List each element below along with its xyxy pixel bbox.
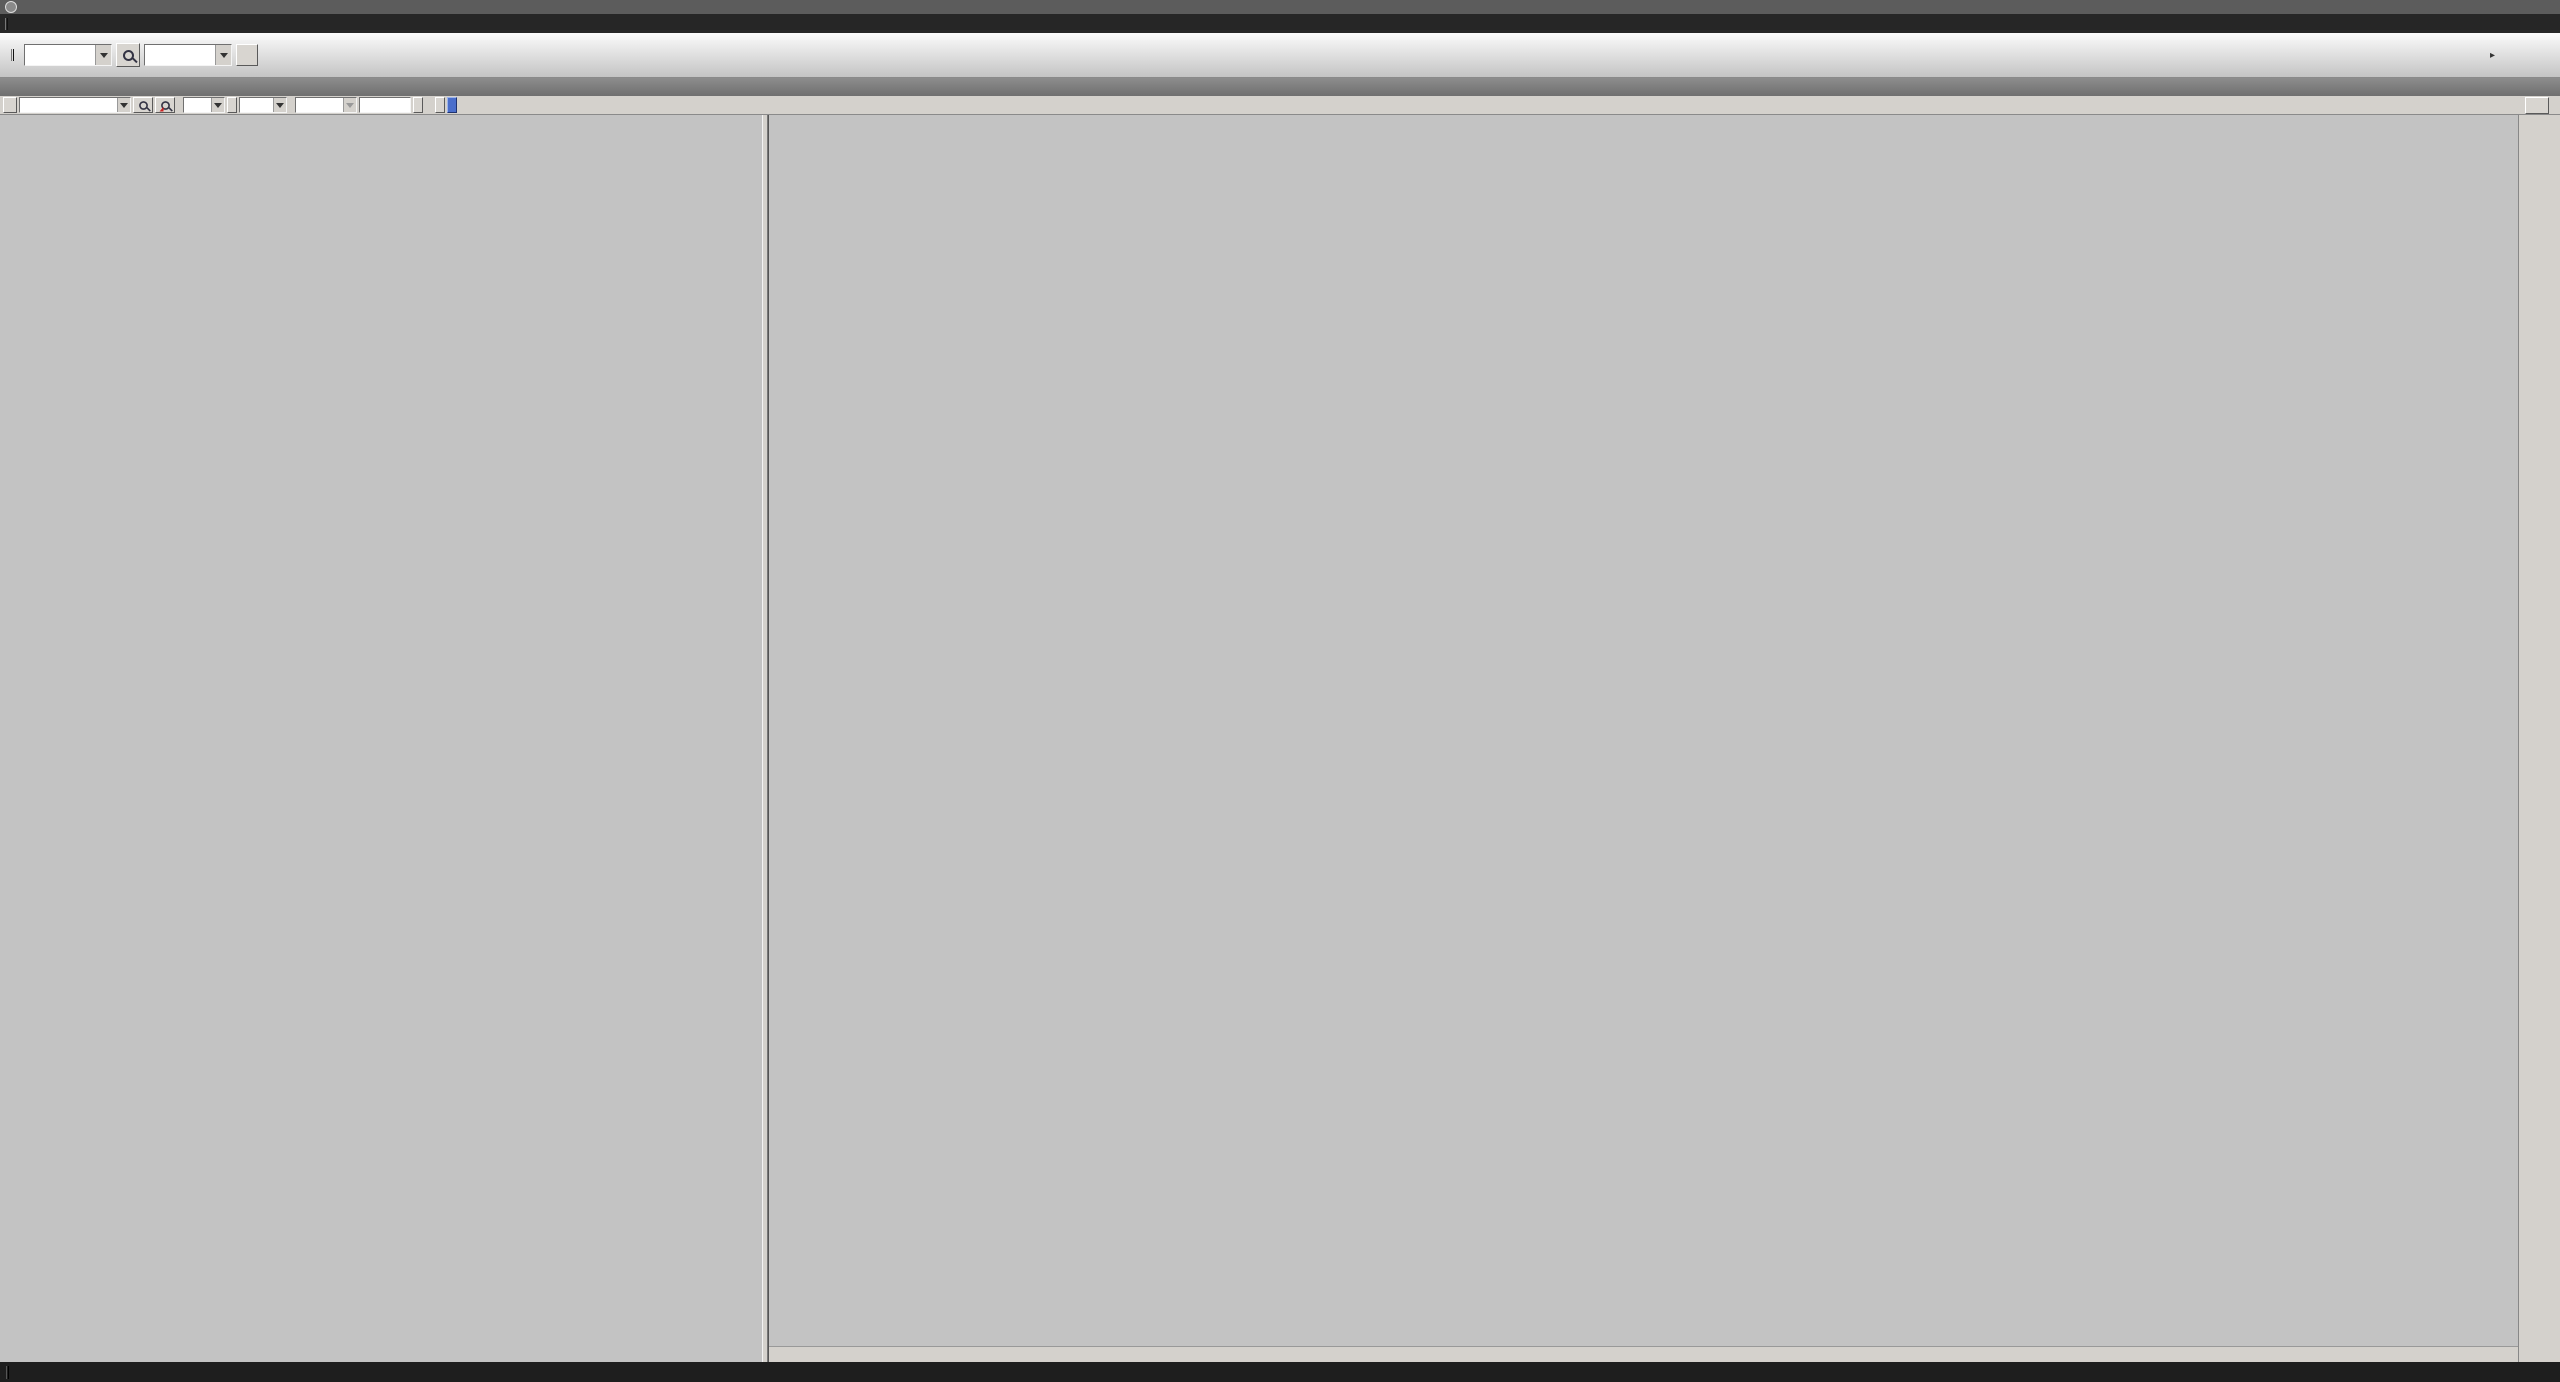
menu-bar — [0, 14, 2560, 33]
chart-toolbar — [0, 96, 2560, 115]
toolbar-grip[interactable] — [11, 49, 14, 61]
main-toolbar: ▸ — [0, 33, 2560, 78]
chevron-down-icon[interactable] — [215, 45, 231, 65]
individual-button[interactable] — [435, 97, 445, 113]
symbol-favorite-button[interactable] — [155, 97, 175, 113]
logo-g-icon — [5, 1, 17, 13]
drawing-tool-panel — [2518, 115, 2560, 1362]
title-bar — [0, 0, 2560, 14]
chevron-down-icon[interactable] — [273, 98, 286, 112]
right-chart-header — [769, 115, 2518, 133]
toolbar-grip[interactable] — [6, 1366, 9, 1379]
quick-search-combo[interactable] — [144, 44, 232, 66]
left-chart-header — [0, 115, 762, 133]
chevron-down-icon[interactable] — [211, 98, 224, 112]
chart-tab-bar — [0, 78, 2560, 96]
symbol-combo[interactable] — [19, 97, 131, 113]
tick-button[interactable] — [227, 97, 237, 113]
app-logo — [4, 1, 18, 13]
left-chart-panel — [0, 115, 762, 1362]
toolbar-grip[interactable] — [5, 18, 8, 30]
chart-area — [0, 115, 2560, 1362]
search-icon — [123, 50, 134, 61]
scroll-left-icon[interactable] — [3, 97, 17, 113]
right-chart-panel — [768, 115, 2518, 1362]
auto-refresh-button[interactable] — [2525, 97, 2549, 114]
tick-combo[interactable] — [239, 97, 287, 113]
chevron-down-icon[interactable] — [117, 98, 130, 112]
chart-scrollbar-row — [769, 1346, 2518, 1362]
bar-count-input[interactable] — [359, 97, 411, 113]
bottom-task-bar — [0, 1362, 2560, 1382]
search-icon — [139, 101, 148, 110]
minute-combo[interactable] — [183, 97, 225, 113]
search-favorite-icon — [161, 101, 170, 110]
bar-unit-button[interactable] — [413, 97, 423, 113]
expand-toolbar-icon[interactable]: ▸ — [2490, 50, 2495, 61]
count-combo — [295, 97, 357, 113]
search-button[interactable] — [116, 43, 140, 67]
chevron-down-icon — [343, 98, 356, 112]
add-screen-button[interactable] — [236, 44, 258, 66]
chevron-down-icon[interactable] — [95, 45, 111, 65]
upload-button[interactable] — [447, 97, 457, 113]
screen-number-combo[interactable] — [24, 44, 112, 66]
application-window: ▸ — [0, 0, 2560, 1382]
symbol-search-button[interactable] — [133, 97, 153, 113]
